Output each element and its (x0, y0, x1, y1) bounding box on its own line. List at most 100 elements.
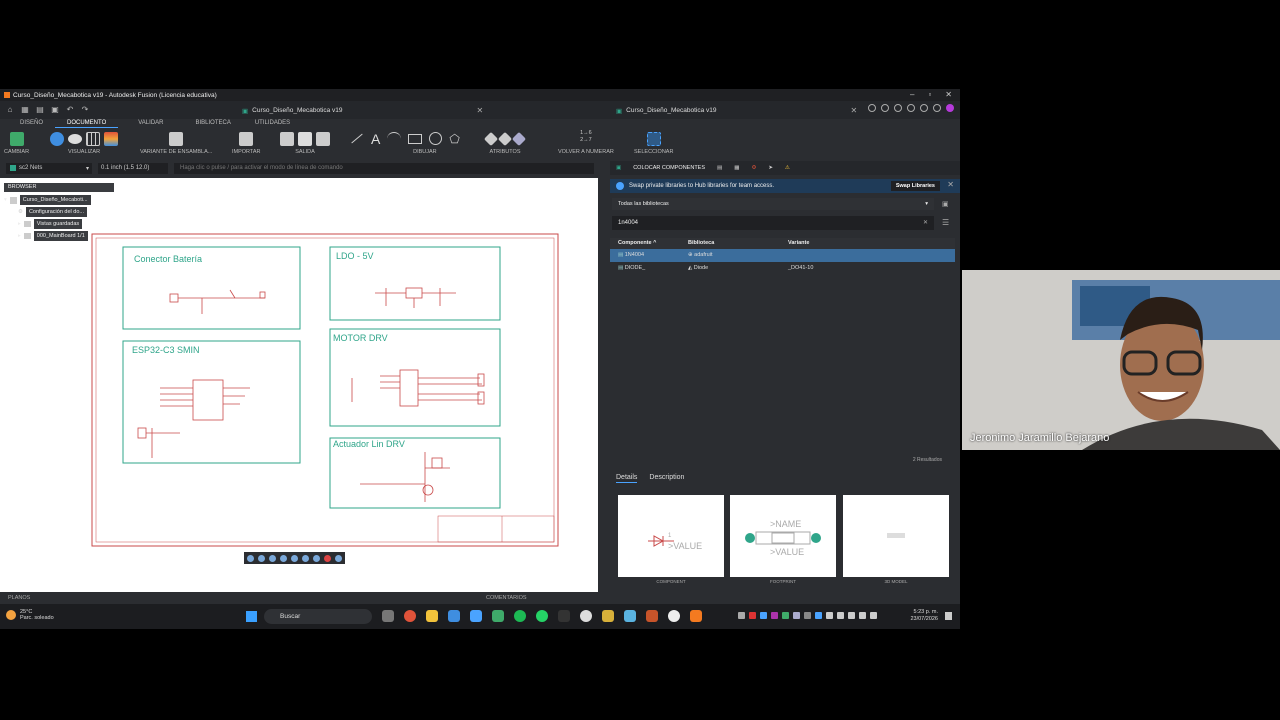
tray-app-1-icon[interactable] (749, 612, 756, 619)
table-row[interactable]: ▤ 1N4004 ⊕ adafruit (610, 249, 955, 262)
column-biblioteca[interactable]: Biblioteca (688, 238, 788, 249)
library-select[interactable]: Todas las bibliotecas ▾ (612, 198, 934, 210)
tray-app-6-icon[interactable] (804, 612, 811, 619)
zoom-out-icon[interactable] (280, 554, 287, 562)
file-icon[interactable]: ▤ (35, 105, 45, 115)
add-tab-icon[interactable] (868, 104, 876, 112)
panel-tab-icon-2[interactable]: ▦ (734, 165, 739, 171)
file-explorer-icon[interactable] (426, 610, 438, 622)
volume-icon[interactable] (859, 612, 866, 619)
zoom-fit-icon[interactable] (291, 554, 298, 562)
minimize-icon[interactable]: – (910, 90, 914, 99)
group-salida[interactable]: SALIDA (280, 130, 330, 155)
comentarios-label[interactable]: COMENTARIOS (486, 595, 527, 601)
app-circle-icon[interactable] (580, 610, 592, 622)
group-seleccionar[interactable]: SELECCIONAR (634, 130, 673, 155)
fusion-taskbar-icon[interactable] (690, 610, 702, 622)
command-line-input[interactable]: Haga clic o pulse / para activar el modo… (174, 162, 594, 174)
close-tab-icon[interactable]: ✕ (850, 106, 857, 115)
notification-bell-icon[interactable] (945, 612, 952, 620)
browser-root[interactable]: ▾ Curso_Diseño_Mecaboti... (4, 195, 114, 205)
tab-document-2[interactable]: ▣ Curso_Diseño_Mecabotica v19 ✕ (616, 104, 857, 117)
app-s-icon[interactable] (668, 610, 680, 622)
tray-app-7-icon[interactable] (815, 612, 822, 619)
tab-documento[interactable]: DOCUMENTO (55, 119, 119, 128)
online-status-icon[interactable] (894, 104, 902, 112)
wifi-icon[interactable] (848, 612, 855, 619)
group-visualizar[interactable]: VISUALIZAR (50, 130, 118, 155)
browser-item-config[interactable]: ⚙ Configuración del do... (4, 207, 114, 217)
extensions-icon[interactable] (881, 104, 889, 112)
column-componente[interactable]: Componente ^ (610, 238, 688, 249)
dark-app-icon[interactable] (558, 610, 570, 622)
maximize-icon[interactable]: ▫ (928, 90, 931, 99)
filter-icon[interactable]: ☰ (942, 218, 949, 227)
close-banner-icon[interactable]: ✕ (947, 180, 954, 189)
mic-icon[interactable] (826, 612, 833, 619)
schematic-drawing[interactable]: Conector Batería LDO - 5V ESP32-C3 SMIN … (90, 232, 560, 552)
group-volver-a-numerar[interactable]: 1→6 2→7 VOLVER A NUMERAR (558, 130, 614, 155)
footprint-preview[interactable]: >NAME >VALUE (730, 495, 836, 577)
close-icon[interactable]: ✕ (945, 90, 952, 99)
pen-app-icon[interactable] (470, 610, 482, 622)
spotify-icon[interactable] (514, 610, 526, 622)
save-icon[interactable]: ▣ (50, 105, 60, 115)
panel-title[interactable]: COLOCAR COMPONENTES (633, 165, 705, 171)
taskbar-search[interactable]: Buscar (264, 609, 372, 624)
pointer-icon[interactable]: ➤ (768, 165, 773, 171)
task-view-icon[interactable] (382, 610, 394, 622)
zoom-in-icon[interactable] (269, 554, 276, 562)
undo-icon[interactable]: ↶ (65, 105, 75, 115)
tab-details[interactable]: Details (616, 474, 638, 483)
component-symbol-preview[interactable]: 1 >VALUE (618, 495, 724, 577)
whatsapp-icon[interactable] (536, 610, 548, 622)
onedrive-icon[interactable] (837, 612, 844, 619)
help-icon[interactable] (933, 104, 941, 112)
panel-tab-icon-3[interactable]: ⚙ (751, 165, 756, 171)
image-app-icon[interactable] (492, 610, 504, 622)
panel-tab-icon-1[interactable]: ▤ (717, 165, 722, 171)
tray-app-2-icon[interactable] (760, 612, 767, 619)
component-search-input[interactable]: 1n4004 ✕ (612, 216, 934, 230)
add-icon[interactable] (313, 554, 320, 562)
tab-document-1[interactable]: ▣ Curso_Diseño_Mecabotica v19 ✕ (242, 104, 483, 117)
stop-icon[interactable] (324, 554, 331, 562)
user-avatar[interactable] (946, 104, 954, 112)
browser-item-saved-views[interactable]: ▸ Vistas guardadas (4, 219, 114, 229)
group-cambiar[interactable]: CAMBIAR (4, 130, 29, 155)
tray-app-5-icon[interactable] (793, 612, 800, 619)
app-star-icon[interactable] (624, 610, 636, 622)
tray-app-4-icon[interactable] (782, 612, 789, 619)
tab-description[interactable]: Description (649, 474, 684, 483)
column-variante[interactable]: Variante (788, 238, 888, 249)
tab-biblioteca[interactable]: BIBLIOTECA (183, 119, 242, 128)
windows-start-icon[interactable] (246, 611, 257, 622)
system-clock[interactable]: 5:23 p. m. 23/07/2026 (910, 609, 938, 623)
group-atributos[interactable]: ATRIBUTOS (483, 130, 527, 155)
table-row[interactable]: ▤ DIODE_ ◭ Diode _DO41-10 (610, 262, 955, 275)
job-status-icon[interactable] (907, 104, 915, 112)
tab-validar[interactable]: VALIDAR (126, 119, 175, 128)
planos-label[interactable]: PLANOS (8, 595, 30, 601)
group-variante[interactable]: VARIANTE DE ENSAMBLA... (140, 130, 212, 155)
look-icon[interactable] (258, 554, 265, 562)
grid-menu-icon[interactable]: ▦ (20, 105, 30, 115)
battery-icon[interactable] (870, 612, 877, 619)
warning-icon[interactable]: ⚠ (785, 165, 790, 171)
orbit-icon[interactable] (247, 554, 254, 562)
tab-utilidades[interactable]: UTILIDADES (243, 119, 302, 128)
clear-search-icon[interactable]: ✕ (923, 216, 928, 230)
weather-widget[interactable]: 25°C Parc. soleado (6, 609, 54, 621)
select-filter-icon[interactable] (335, 554, 342, 562)
app-yellow-icon[interactable] (602, 610, 614, 622)
library-settings-icon[interactable]: ▣ (942, 200, 949, 208)
tray-app-3-icon[interactable] (771, 612, 778, 619)
block-motor-drv[interactable] (329, 328, 501, 427)
swap-libraries-button[interactable]: Swap Libraries (890, 181, 940, 191)
tray-chevron-icon[interactable] (738, 612, 745, 619)
chrome-icon[interactable] (404, 610, 416, 622)
group-importar[interactable]: IMPORTAR (232, 130, 261, 155)
app-orange-icon[interactable] (646, 610, 658, 622)
group-dibujar[interactable]: A ⬠ DIBUJAR (350, 130, 460, 155)
close-tab-icon[interactable]: ✕ (476, 106, 483, 115)
